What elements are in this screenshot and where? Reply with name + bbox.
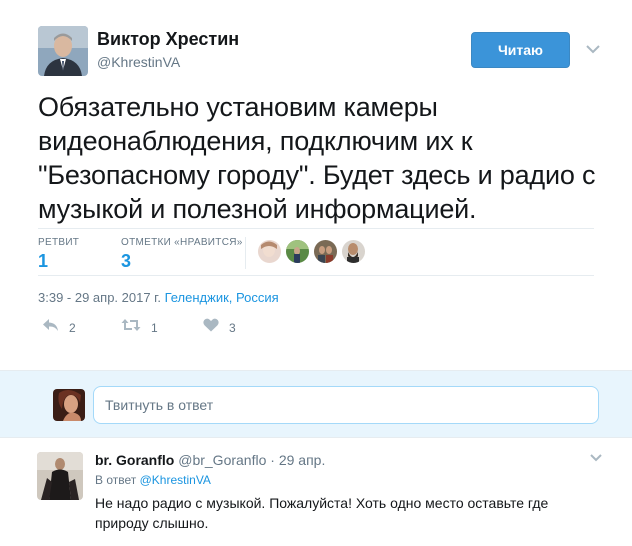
tweet-actions: 2 1 3 [38, 318, 338, 340]
retweets-label: РЕТВИТ [38, 237, 80, 248]
in-reply-to: В ответ @KhrestinVA [95, 473, 211, 487]
heart-icon [203, 318, 219, 337]
reply-author-avatar[interactable] [37, 452, 83, 500]
likes-value: 3 [121, 251, 132, 271]
author-name[interactable]: Виктор Хрестин [97, 29, 239, 50]
likes-stat[interactable]: ОТМЕТКИ «НРАВИТСЯ» 3 [121, 237, 243, 272]
location-link[interactable]: Геленджик, Россия [165, 290, 279, 305]
timestamp-text[interactable]: 3:39 - 29 апр. 2017 г. [38, 290, 161, 305]
reply-count: 2 [69, 320, 76, 335]
reply-action[interactable]: 2 [42, 318, 76, 337]
reply-composer: Твитнуть в ответ [0, 370, 632, 438]
liker-avatar[interactable] [314, 240, 337, 263]
reply-author-handle[interactable]: @br_Goranflo [178, 452, 266, 468]
likers-avatars [258, 240, 365, 263]
reply-icon [42, 318, 59, 337]
reply-separator: · [270, 452, 275, 468]
reply-input[interactable]: Твитнуть в ответ [93, 386, 599, 424]
current-user-avatar[interactable] [53, 389, 85, 421]
author-avatar[interactable] [38, 26, 88, 76]
author-handle[interactable]: @KhrestinVA [97, 54, 180, 70]
reply-time[interactable]: 29 апр. [279, 452, 326, 468]
liker-avatar[interactable] [286, 240, 309, 263]
retweet-action[interactable]: 1 [121, 318, 158, 337]
following-button[interactable]: Читаю [471, 32, 570, 68]
retweet-count: 1 [151, 320, 158, 335]
stats-divider [245, 237, 246, 269]
in-reply-mention[interactable]: @KhrestinVA [140, 473, 211, 487]
chevron-down-icon[interactable] [588, 450, 604, 466]
in-reply-prefix: В ответ [95, 473, 137, 487]
retweet-icon [121, 318, 141, 337]
like-count: 3 [229, 320, 236, 335]
likes-label: ОТМЕТКИ «НРАВИТСЯ» [121, 237, 243, 248]
tweet-stats: РЕТВИТ 1 ОТМЕТКИ «НРАВИТСЯ» 3 [38, 228, 594, 276]
retweets-stat[interactable]: РЕТВИТ 1 [38, 237, 79, 272]
chevron-down-icon[interactable] [584, 40, 602, 58]
liker-avatar[interactable] [258, 240, 281, 263]
retweets-value: 1 [38, 251, 49, 271]
reply-text: Не надо радио с музыкой. Пожалуйста! Хот… [95, 495, 549, 531]
like-action[interactable]: 3 [203, 318, 236, 337]
tweet-text: Обязательно установим камеры видеонаблюд… [38, 92, 596, 224]
liker-avatar[interactable] [342, 240, 365, 263]
reply-tweet: br. Goranflo @br_Goranflo · 29 апр. В от… [0, 438, 632, 546]
tweet-card: Виктор Хрестин @KhrestinVA Читаю Обязате… [0, 0, 632, 370]
tweet-timestamp: 3:39 - 29 апр. 2017 г. Геленджик, Россия [38, 290, 279, 305]
reply-header: br. Goranflo @br_Goranflo · 29 апр. [95, 452, 325, 468]
reply-author-name[interactable]: br. Goranflo [95, 452, 174, 468]
